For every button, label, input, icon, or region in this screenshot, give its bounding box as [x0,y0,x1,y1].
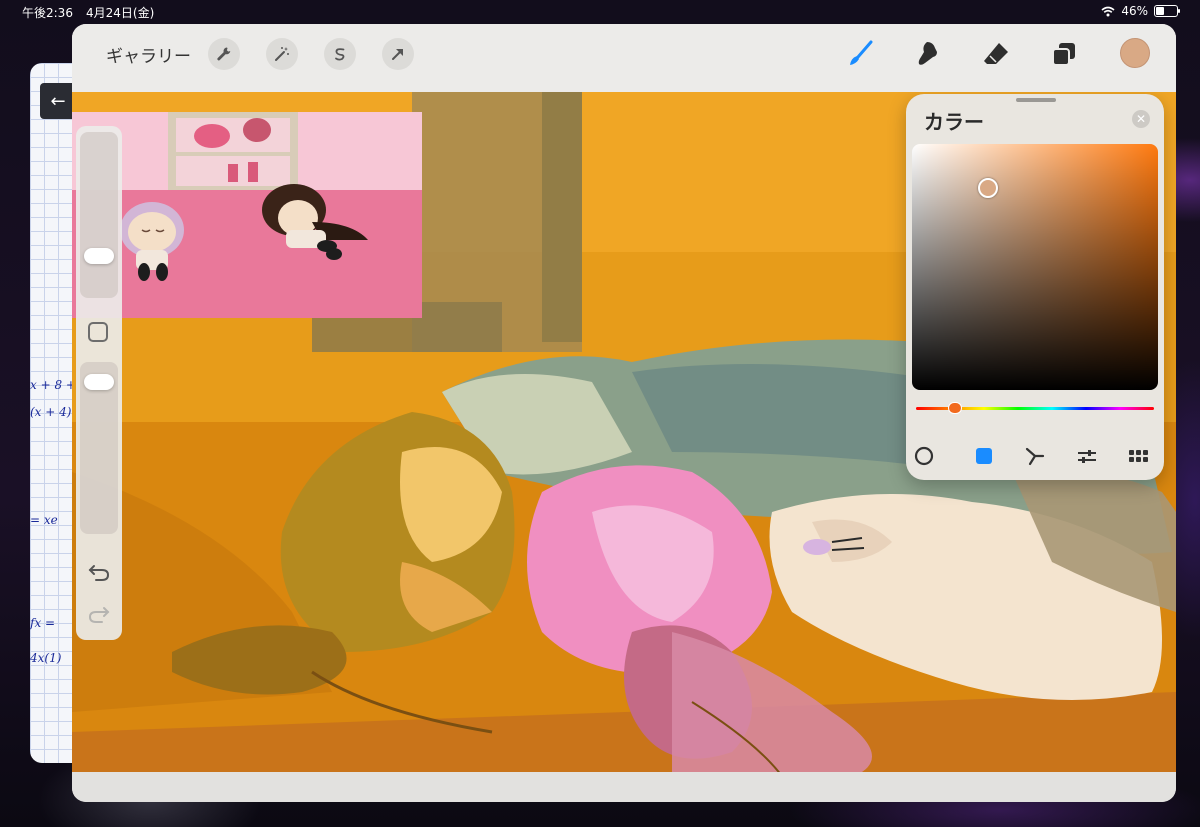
color-picker-knob[interactable] [978,178,998,198]
redo-icon[interactable] [86,602,112,626]
wifi-icon [1101,6,1115,16]
status-bar: 午後2:36 4月24日(金) 46% [0,0,1200,22]
battery-icon [1154,5,1180,17]
undo-icon[interactable] [86,560,112,584]
close-icon[interactable]: ✕ [1132,110,1150,128]
classic-icon[interactable] [972,444,996,468]
math-line: x + 8 + [30,378,76,392]
gallery-button[interactable]: ギャラリー [106,42,191,67]
math-line: 4x(1) [30,651,62,665]
sidebar [76,126,122,640]
eraser-icon[interactable] [980,38,1012,70]
top-toolbar: ギャラリー [72,24,1176,84]
disc-icon[interactable] [912,444,936,468]
back-arrow-icon[interactable]: ← [40,83,76,119]
smudge-icon[interactable] [912,38,944,70]
bottom-bar [72,772,1176,802]
brush-size-thumb[interactable] [84,248,114,264]
harmony-icon[interactable] [1023,444,1047,468]
procreate-window: ギャラリー カラー ✕ [72,24,1176,802]
wrench-icon[interactable] [208,38,240,70]
math-line: = xe [30,513,58,527]
panel-title: カラー [924,110,984,134]
color-panel: カラー ✕ [906,94,1164,480]
layers-icon[interactable] [1048,38,1080,70]
hue-slider-thumb[interactable] [948,402,962,414]
drawing-canvas[interactable]: カラー ✕ [72,92,1176,772]
move-arrow-icon[interactable] [382,38,414,70]
magic-wand-icon[interactable] [266,38,298,70]
panel-drag-handle[interactable] [1016,98,1056,102]
math-line: fx = [30,616,56,630]
status-time: 午後2:36 [22,6,73,20]
hue-slider[interactable] [916,402,1154,414]
modify-button[interactable] [88,322,108,342]
color-swatch-button[interactable] [1120,38,1150,68]
opacity-thumb[interactable] [84,374,114,390]
battery-percent: 46% [1121,4,1148,18]
palettes-icon[interactable] [1126,444,1150,468]
status-date: 4月24日(金) [86,6,155,20]
reference-scene [72,112,422,318]
math-line: (x + 4) [30,405,72,419]
opacity-slider[interactable] [80,362,118,534]
saturation-brightness-picker[interactable] [912,144,1158,390]
battery-level [1156,7,1164,15]
selection-icon[interactable] [324,38,356,70]
brush-icon[interactable] [844,38,876,70]
value-icon[interactable] [1075,444,1099,468]
reference-image[interactable] [72,112,422,318]
status-indicators: 46% [1101,4,1180,18]
brush-size-slider[interactable] [80,132,118,298]
